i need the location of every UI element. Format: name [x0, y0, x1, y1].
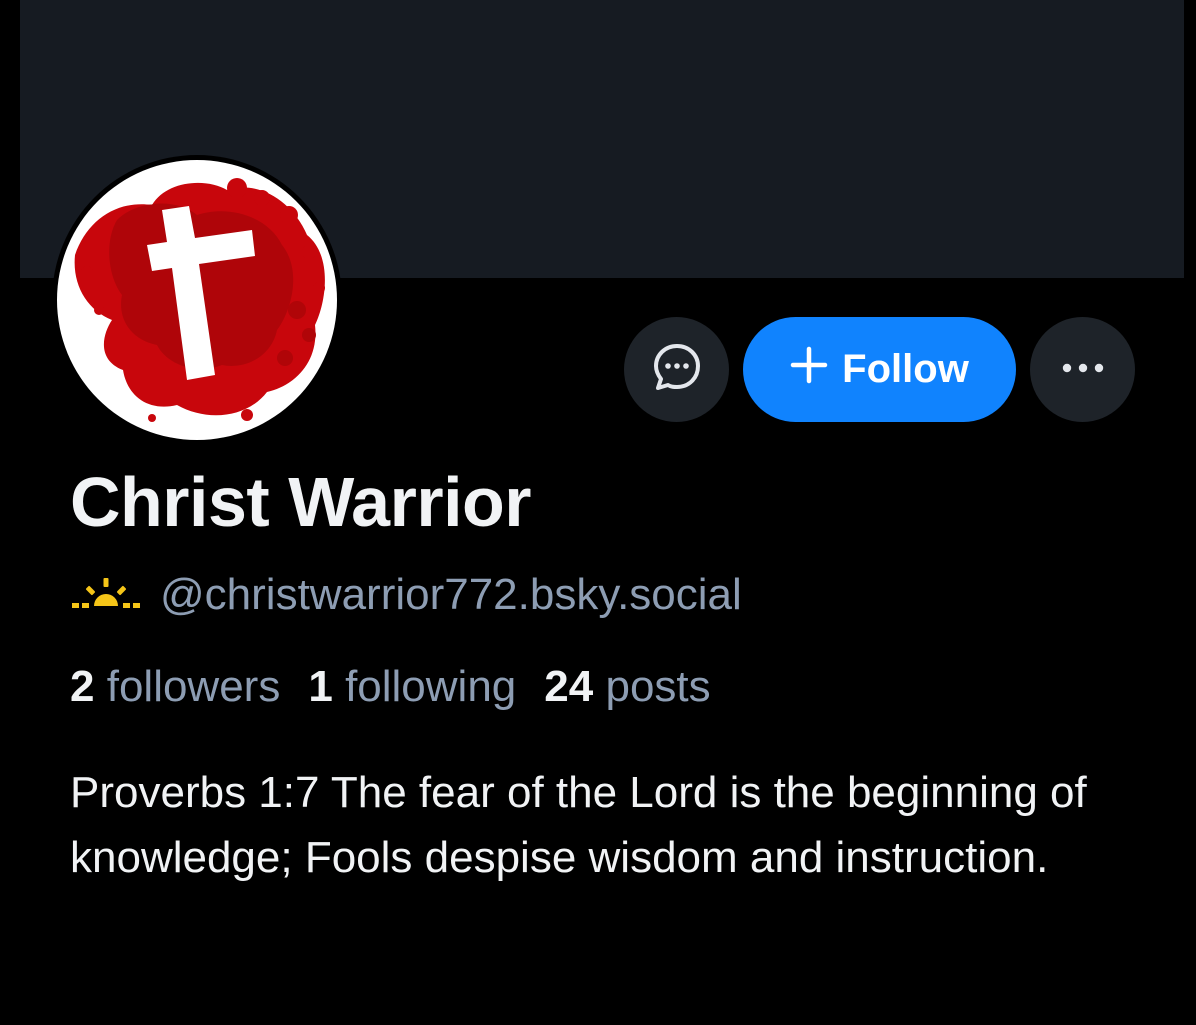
- follow-button[interactable]: Follow: [743, 317, 1016, 422]
- ellipsis-icon: [1061, 361, 1105, 379]
- message-button[interactable]: [624, 317, 729, 422]
- posts-stat: 24 posts: [544, 662, 710, 712]
- following-label: following: [345, 662, 517, 711]
- avatar[interactable]: [52, 155, 342, 445]
- follow-button-label: Follow: [842, 347, 969, 391]
- posts-label: posts: [605, 662, 711, 711]
- profile-bio: Proverbs 1:7 The fear of the Lord is the…: [70, 768, 1087, 882]
- avatar-cross-image: [57, 160, 337, 440]
- followers-label: followers: [106, 662, 281, 711]
- profile-stats: 2 followers 1 following 24 posts: [70, 662, 711, 712]
- following-stat[interactable]: 1 following: [308, 662, 516, 712]
- sunrise-icon: [72, 576, 140, 615]
- following-count: 1: [308, 662, 333, 711]
- handle-row: @christwarrior772.bsky.social: [72, 570, 742, 620]
- profile-handle: @christwarrior772.bsky.social: [160, 570, 742, 619]
- followers-stat[interactable]: 2 followers: [70, 662, 280, 712]
- posts-count: 24: [544, 662, 594, 711]
- chat-bubble-icon: [651, 341, 703, 398]
- plus-icon: [790, 346, 828, 394]
- display-name: Christ Warrior: [70, 463, 532, 541]
- more-options-button[interactable]: [1030, 317, 1135, 422]
- followers-count: 2: [70, 662, 95, 711]
